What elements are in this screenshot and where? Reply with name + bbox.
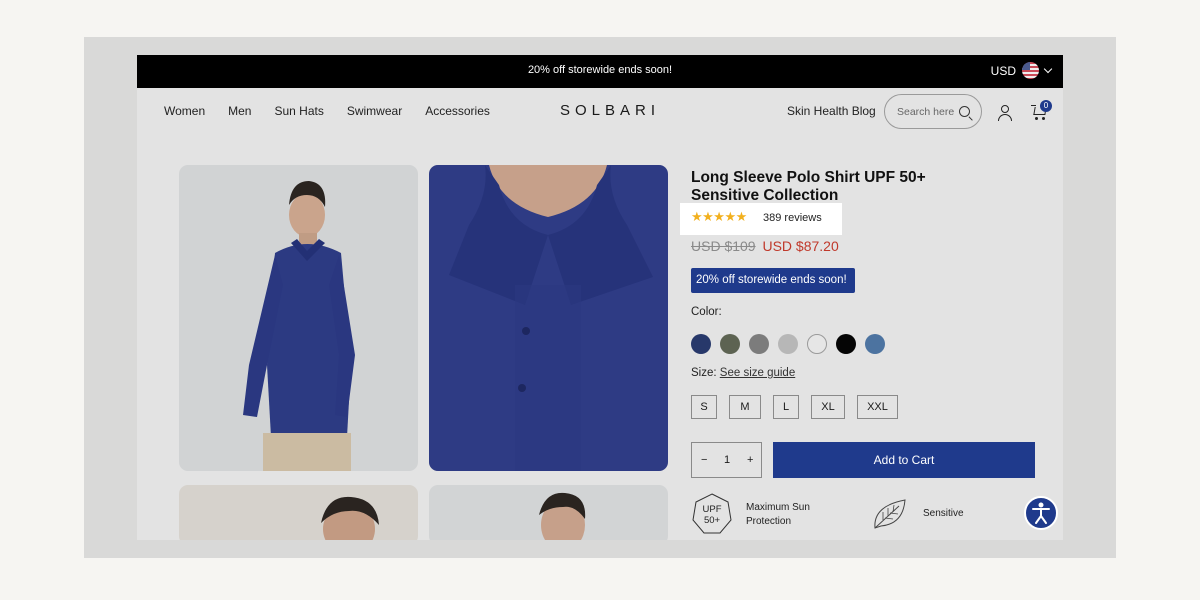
currency-code: USD (990, 63, 1016, 78)
announcement-bar: 20% off storewide ends soon! USD (137, 55, 1063, 88)
color-swatch[interactable] (865, 334, 885, 354)
sun-protection-label: Maximum Sun Protection (746, 502, 810, 527)
decrease-quantity-button[interactable]: − (701, 454, 707, 466)
accessibility-icon[interactable] (1024, 496, 1058, 530)
size-label: Size: See size guide (691, 367, 796, 379)
us-flag-icon (1022, 62, 1039, 79)
search-input[interactable]: Search here (884, 94, 982, 129)
color-swatch[interactable] (749, 334, 769, 354)
rating-summary[interactable]: ★★★★★ 389 reviews (680, 203, 842, 235)
size-option-l[interactable]: L (773, 395, 799, 419)
nav-item-accessories[interactable]: Accessories (425, 104, 490, 118)
account-icon[interactable] (998, 105, 1012, 121)
announcement-text: 20% off storewide ends soon! (527, 64, 673, 76)
nav-item-sun-hats[interactable]: Sun Hats (274, 104, 323, 118)
product-title: Long Sleeve Polo Shirt UPF 50+ Sensitive… (691, 169, 926, 204)
leaf-icon (871, 496, 909, 532)
color-swatches (691, 334, 885, 354)
product-photo-3[interactable] (179, 485, 418, 540)
promo-badge: 20% off storewide ends soon! (691, 268, 855, 293)
color-swatch[interactable] (691, 334, 711, 354)
color-swatch[interactable] (836, 334, 856, 354)
product-photo-full-body[interactable] (179, 165, 418, 471)
color-swatch[interactable] (807, 334, 827, 354)
original-price: USD $109 (691, 238, 756, 254)
brand-logo[interactable]: SOLBARI (560, 102, 660, 119)
size-option-xxl[interactable]: XXL (857, 395, 898, 419)
nav-item-swimwear[interactable]: Swimwear (347, 104, 402, 118)
upf-badge-icon: UPF 50+ (691, 492, 733, 536)
review-count[interactable]: 389 reviews (763, 212, 822, 224)
add-to-cart-button[interactable]: Add to Cart (773, 442, 1035, 478)
size-option-s[interactable]: S (691, 395, 717, 419)
store-page: 20% off storewide ends soon! USD Women M… (137, 55, 1063, 540)
search-icon[interactable] (959, 106, 970, 117)
color-label: Color: (691, 306, 722, 318)
main-nav: Women Men Sun Hats Swimwear Accessories (164, 104, 490, 118)
nav-item-men[interactable]: Men (228, 104, 251, 118)
size-option-xl[interactable]: XL (811, 395, 845, 419)
skin-health-blog-link[interactable]: Skin Health Blog (787, 104, 876, 118)
upf-badge-text: UPF 50+ (702, 504, 722, 526)
quantity-stepper: − 1 + (691, 442, 762, 478)
quantity-value[interactable]: 1 (724, 454, 730, 466)
sensitive-label: Sensitive (923, 508, 964, 519)
price: USD $109 USD $87.20 (691, 238, 839, 254)
size-guide-link[interactable]: See size guide (720, 367, 795, 379)
star-rating-icon: ★★★★★ (691, 209, 747, 224)
cart-count-badge: 0 (1040, 100, 1052, 112)
size-option-m[interactable]: M (729, 395, 761, 419)
search-placeholder: Search here (897, 106, 955, 118)
increase-quantity-button[interactable]: + (747, 454, 753, 466)
color-swatch[interactable] (778, 334, 798, 354)
color-swatch[interactable] (720, 334, 740, 354)
currency-selector[interactable]: USD (990, 62, 1053, 79)
product-photo-4[interactable] (429, 485, 668, 540)
product-photo-collar-closeup[interactable] (429, 165, 668, 471)
size-options: S M L XL XXL (691, 395, 898, 419)
nav-item-women[interactable]: Women (164, 104, 205, 118)
sale-price: USD $87.20 (762, 238, 839, 254)
chevron-down-icon (1043, 64, 1053, 74)
